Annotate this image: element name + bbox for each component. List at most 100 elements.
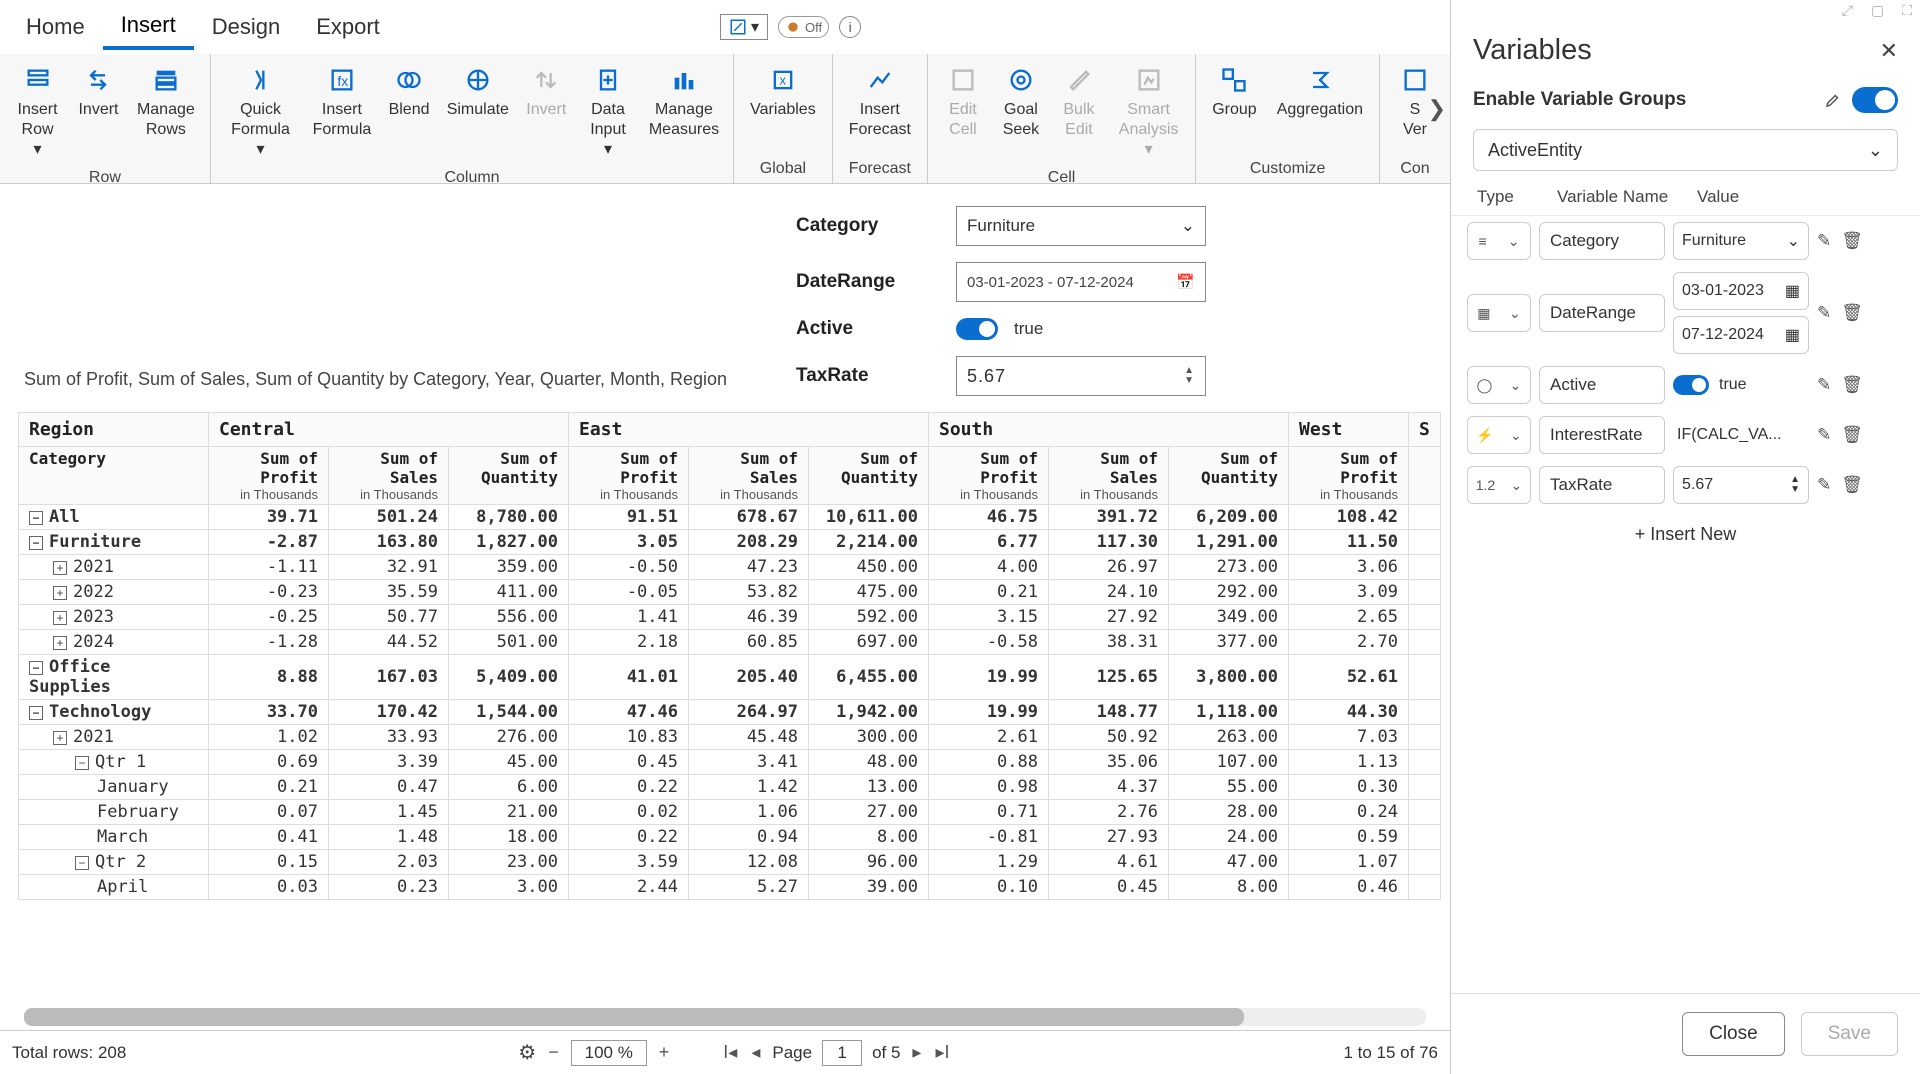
var-value-date[interactable]: 03-01-2023▦ xyxy=(1673,272,1809,310)
tab-design[interactable]: Design xyxy=(194,6,298,48)
expand-icon[interactable]: + xyxy=(53,561,67,575)
smart-analysis-button[interactable]: Smart Analysis ▾ xyxy=(1108,58,1189,166)
last-page-button[interactable]: ▸I xyxy=(933,1042,951,1063)
expand-icon[interactable]: + xyxy=(53,731,67,745)
expand-icon[interactable]: − xyxy=(75,756,89,770)
enable-groups-switch[interactable] xyxy=(1852,87,1898,113)
var-type-select[interactable]: 1.2⌄ xyxy=(1467,466,1531,504)
var-value-date[interactable]: 07-12-2024▦ xyxy=(1673,316,1809,354)
zoom-input[interactable]: 100 % xyxy=(571,1040,647,1066)
statusbar: Total rows: 208 ⚙ − 100 % + I◂ ◂ Page 1 … xyxy=(0,1030,1450,1074)
simulate-button[interactable]: Simulate xyxy=(438,58,517,126)
active-switch[interactable] xyxy=(956,318,998,340)
tab-insert[interactable]: Insert xyxy=(103,4,194,50)
prev-page-button[interactable]: ◂ xyxy=(749,1042,762,1063)
edit-icon[interactable]: ✎ xyxy=(1817,475,1831,495)
delete-icon[interactable]: 🗑 xyxy=(1841,475,1863,495)
col-value: Value xyxy=(1697,187,1894,207)
var-type-select[interactable]: ▦⌄ xyxy=(1467,294,1531,332)
group-label-column: Column xyxy=(211,166,733,184)
next-page-button[interactable]: ▸ xyxy=(910,1042,923,1063)
var-value-switch[interactable] xyxy=(1673,375,1709,395)
info-icon[interactable]: i xyxy=(839,16,861,38)
save-button[interactable]: Save xyxy=(1801,1012,1898,1056)
insert-formula-button[interactable]: fxInsert Formula xyxy=(304,58,380,146)
quick-formula-button[interactable]: Quick Formula ▾ xyxy=(217,58,304,166)
var-name-input[interactable]: TaxRate xyxy=(1539,466,1665,504)
first-page-button[interactable]: I◂ xyxy=(721,1042,739,1063)
expand-icon[interactable]: − xyxy=(29,511,43,525)
edit-icon[interactable]: ✎ xyxy=(1817,231,1831,251)
aggregation-button[interactable]: Aggregation xyxy=(1267,58,1373,126)
expand-icon[interactable]: − xyxy=(29,661,43,675)
edit-icon[interactable]: ✎ xyxy=(1817,425,1831,445)
zoom-out-button[interactable]: − xyxy=(546,1042,561,1063)
variables-button[interactable]: xVariables xyxy=(740,58,826,126)
data-input-button[interactable]: Data Input ▾ xyxy=(575,58,640,166)
blend-button[interactable]: Blend xyxy=(380,58,439,126)
entity-select[interactable]: ActiveEntity⌄ xyxy=(1473,129,1898,171)
table-row: +2022-0.2335.59411.00-0.0553.82475.000.2… xyxy=(19,580,1441,605)
daterange-input[interactable]: 03-01-2023 - 07-12-2024📅 xyxy=(956,262,1206,302)
taxrate-input[interactable]: 5.67 ▲▼ xyxy=(956,356,1206,396)
table-row: −Qtr 10.693.3945.000.453.4148.000.8835.0… xyxy=(19,750,1441,775)
edit-icon[interactable]: ✎ xyxy=(1817,375,1831,395)
invert-row-button[interactable]: Invert xyxy=(69,58,128,126)
var-value-number[interactable]: 5.67▲▼ xyxy=(1673,466,1809,504)
table-row: +20211.0233.93276.0010.8345.48300.002.61… xyxy=(19,725,1441,750)
var-name-input[interactable]: Active xyxy=(1539,366,1665,404)
var-value-select[interactable]: Furniture⌄ xyxy=(1673,222,1809,260)
table-row: April0.030.233.002.445.2739.000.100.458.… xyxy=(19,875,1441,900)
group-label-row: Row xyxy=(0,166,210,184)
close-panel-button[interactable]: ✕ xyxy=(1880,38,1898,64)
draw-mode-button[interactable]: ▾ xyxy=(720,14,768,40)
var-type-select[interactable]: ◯⌄ xyxy=(1467,366,1531,404)
edit-cell-button[interactable]: Edit Cell xyxy=(934,58,992,146)
category-select[interactable]: Furniture⌄ xyxy=(956,206,1206,246)
ribbon-scroll-right[interactable]: ❯ xyxy=(1428,96,1446,122)
ribbon-group-row: Insert Row ▾ Invert Manage Rows Row xyxy=(0,54,211,183)
insert-new-button[interactable]: + Insert New xyxy=(1451,510,1920,559)
group-label-con: Con xyxy=(1380,157,1450,183)
spinner-icon[interactable]: ▲▼ xyxy=(1184,366,1195,386)
ribbon-group-customize: Group Aggregation Customize xyxy=(1196,54,1380,183)
settings-icon[interactable]: ⚙ xyxy=(518,1040,536,1065)
tab-export[interactable]: Export xyxy=(298,6,398,48)
window-control-icon[interactable]: ▢ xyxy=(1871,2,1884,18)
tab-home[interactable]: Home xyxy=(8,6,103,48)
horizontal-scrollbar[interactable] xyxy=(24,1008,1426,1026)
var-type-select[interactable]: ≡⌄ xyxy=(1467,222,1531,260)
var-name-input[interactable]: Category xyxy=(1539,222,1665,260)
panel-title: Variables xyxy=(1473,34,1592,67)
manage-measures-button[interactable]: Manage Measures xyxy=(641,58,727,146)
delete-icon[interactable]: 🗑 xyxy=(1841,231,1863,251)
window-control-icon[interactable]: ⤢ xyxy=(1842,2,1853,18)
expand-icon[interactable]: + xyxy=(53,586,67,600)
var-name-input[interactable]: InterestRate xyxy=(1539,416,1665,454)
manage-rows-button[interactable]: Manage Rows xyxy=(128,58,204,146)
var-name-input[interactable]: DateRange xyxy=(1539,294,1665,332)
expand-icon[interactable]: − xyxy=(75,856,89,870)
bulk-edit-button[interactable]: Bulk Edit xyxy=(1050,58,1108,146)
expand-icon[interactable]: + xyxy=(53,611,67,625)
delete-icon[interactable]: 🗑 xyxy=(1841,375,1863,395)
goal-seek-button[interactable]: Goal Seek xyxy=(992,58,1050,146)
delete-icon[interactable]: 🗑 xyxy=(1841,303,1863,323)
ribbon-group-forecast: Insert Forecast Forecast xyxy=(833,54,928,183)
expand-icon[interactable]: − xyxy=(29,536,43,550)
insert-forecast-button[interactable]: Insert Forecast xyxy=(839,58,921,146)
edit-icon[interactable]: ✎ xyxy=(1817,303,1831,323)
expand-icon[interactable]: + xyxy=(53,636,67,650)
toggle-off-button[interactable]: Off xyxy=(778,16,829,38)
insert-row-button[interactable]: Insert Row ▾ xyxy=(6,58,69,166)
expand-icon[interactable]: − xyxy=(29,706,43,720)
group-button[interactable]: Group xyxy=(1202,58,1266,126)
page-input[interactable]: 1 xyxy=(822,1040,862,1066)
edit-icon[interactable] xyxy=(1824,91,1842,109)
var-type-select[interactable]: ⚡⌄ xyxy=(1467,416,1531,454)
window-control-icon[interactable]: ⛶ xyxy=(1902,2,1912,18)
zoom-in-button[interactable]: + xyxy=(657,1042,672,1063)
close-button[interactable]: Close xyxy=(1682,1012,1785,1056)
invert-column-button[interactable]: Invert xyxy=(517,58,575,126)
delete-icon[interactable]: 🗑 xyxy=(1841,425,1863,445)
